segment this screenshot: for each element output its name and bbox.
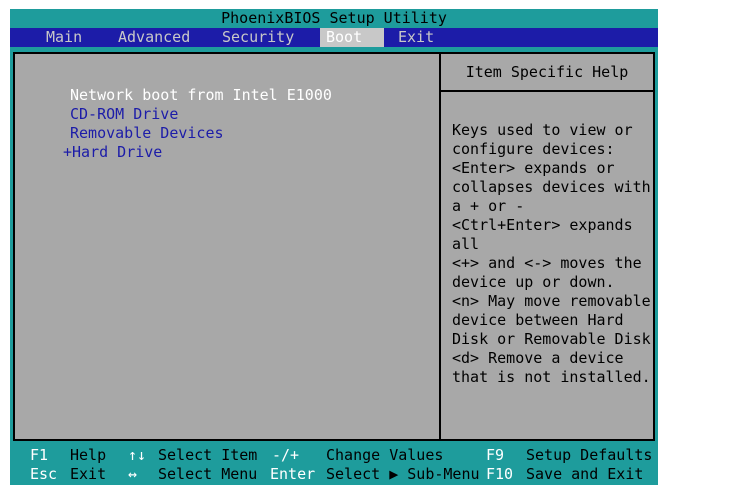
help-line: configure devices:: [452, 140, 615, 158]
footer-desc-setup-defaults: Setup Defaults: [526, 446, 653, 464]
footer-key-esc: Esc: [30, 465, 58, 483]
footer-key-f10: F10: [486, 465, 514, 483]
help-line: <d> Remove a device: [452, 349, 624, 367]
help-line: device up or down.: [452, 273, 615, 291]
footer-key-enter: Enter: [270, 465, 316, 483]
bios-title: PhoenixBIOS Setup Utility: [10, 9, 658, 28]
menu-exit[interactable]: Exit: [392, 28, 440, 47]
footer-desc-change-values: Change Values: [326, 446, 444, 464]
bios-screen: PhoenixBIOS Setup Utility Main Advanced …: [10, 9, 658, 485]
help-line: a + or -: [452, 197, 525, 215]
help-panel: Item Specific Help Keys used to view or …: [441, 54, 653, 439]
help-line: <+> and <-> moves the: [452, 254, 642, 272]
footer-key-minus-plus: -/+: [272, 446, 300, 464]
footer-key-f1: F1: [30, 446, 49, 464]
help-line: Keys used to view or: [452, 121, 633, 139]
footer-key-updown: ↑↓: [128, 446, 147, 464]
footer-key-leftright: ↔: [128, 465, 138, 483]
help-line: that is not installed.: [452, 368, 651, 386]
footer-key-f9: F9: [486, 446, 505, 464]
menu-boot[interactable]: Boot: [320, 28, 384, 47]
boot-item-cdrom[interactable]: CD-ROM Drive: [70, 105, 178, 124]
help-line: collapses devices with: [452, 178, 651, 196]
menu-bar: Main Advanced Security Boot Exit: [10, 28, 658, 47]
menu-advanced[interactable]: Advanced: [112, 28, 196, 47]
help-title: Item Specific Help: [441, 54, 653, 92]
footer-desc-exit: Exit: [70, 465, 107, 483]
menu-security[interactable]: Security: [216, 28, 300, 47]
footer-desc-select-item: Select Item: [158, 446, 258, 464]
help-line: <n> May move removable: [452, 292, 651, 310]
help-line: <Enter> expands or: [452, 159, 615, 177]
boot-item-network[interactable]: Network boot from Intel E1000: [70, 86, 332, 105]
key-help-footer: F1 Help ↑↓ Select Item -/+ Change Values…: [10, 445, 658, 485]
main-panel: Network boot from Intel E1000 CD-ROM Dri…: [13, 52, 655, 441]
help-line: device between Hard: [452, 311, 624, 329]
boot-item-hard-drive[interactable]: +Hard Drive: [63, 143, 162, 162]
footer-desc-help: Help: [70, 446, 107, 464]
help-line: <Ctrl+Enter> expands: [452, 216, 633, 234]
help-line: Disk or Removable Disk: [452, 330, 651, 348]
footer-desc-select-menu: Select Menu: [158, 465, 258, 483]
footer-desc-select-submenu: Select ▶ Sub-Menu: [326, 465, 480, 483]
boot-order-panel: Network boot from Intel E1000 CD-ROM Dri…: [15, 54, 441, 439]
help-line: all: [452, 235, 480, 253]
menu-main[interactable]: Main: [40, 28, 88, 47]
boot-item-removable[interactable]: Removable Devices: [70, 124, 224, 143]
footer-desc-save-exit: Save and Exit: [526, 465, 644, 483]
